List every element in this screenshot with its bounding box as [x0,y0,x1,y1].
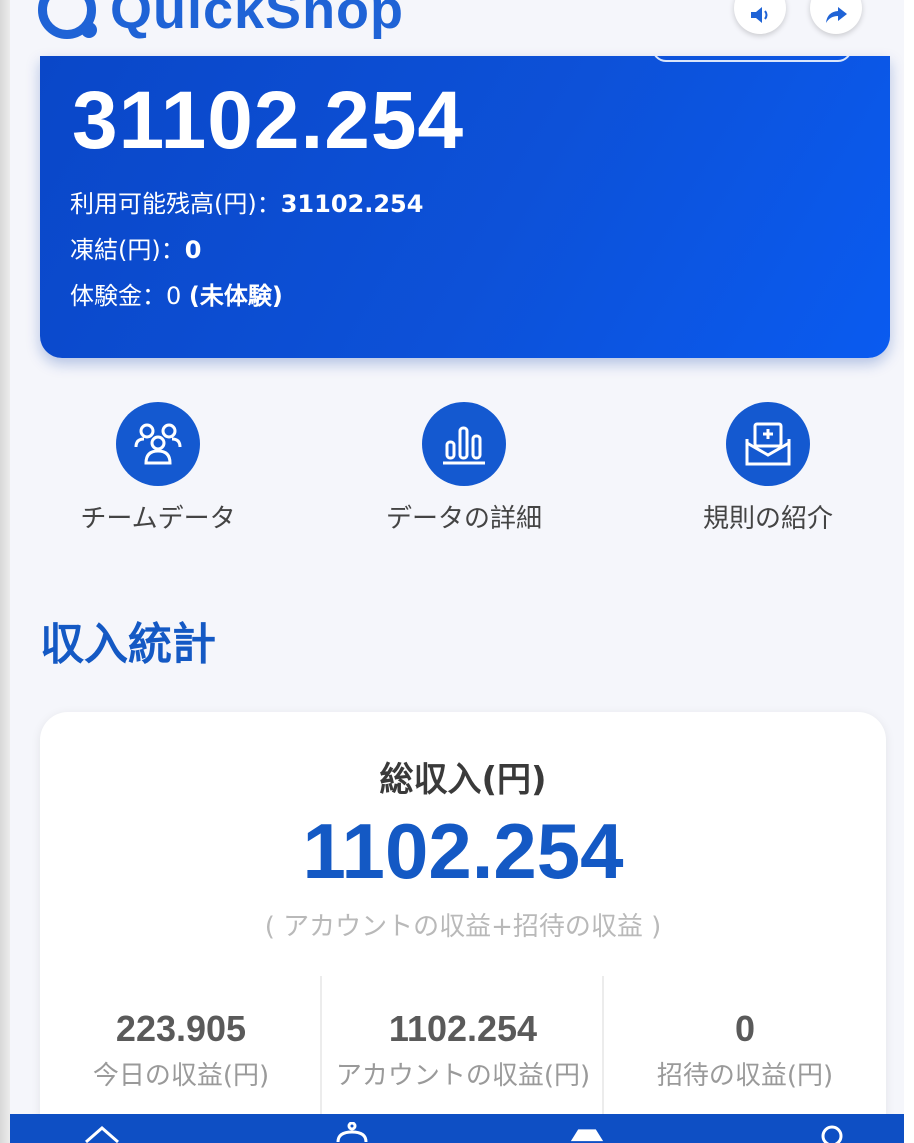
total-income-label: 総収入(円) [379,760,547,800]
trial-status: (未体験) [188,282,283,310]
total-income-note: ( アカウントの収益+招待の収益 ) [264,912,662,942]
left-edge-strip [0,0,10,1143]
today-income-caption: 今日の収益(円) [92,1061,270,1091]
rules-intro-button[interactable]: 規則の紹介 [638,402,898,535]
nav-search[interactable] [810,1122,854,1143]
team-icon [134,423,182,465]
frozen-balance-line: 凍結(円)：0 [70,230,201,265]
rules-intro-icon-circle [726,402,810,486]
today-income-value: 223.905 [115,1008,247,1049]
available-balance-line: 利用可能残高(円)：31102.254 [70,184,423,219]
share-button[interactable] [810,0,862,34]
income-card: 総収入(円) 1102.254 ( アカウントの収益+招待の収益 ) 223.9… [40,712,886,1143]
total-income-value: 1102.254 [302,807,624,895]
invite-income-stat: 0 招待の収益(円) [604,1008,886,1094]
frozen-value: 0 [184,236,202,264]
search-nav-icon [821,1125,843,1143]
available-balance-value: 31102.254 [280,190,424,218]
share-icon [826,7,847,23]
sound-button[interactable] [734,0,786,34]
nav-home[interactable] [80,1122,124,1143]
logo-mark-icon [38,0,97,39]
account-income-stat: 1102.254 アカウントの収益(円) [322,1008,604,1094]
team-data-icon-circle [116,402,200,486]
team-data-label: チームデータ [80,504,236,534]
data-details-button[interactable]: データの詳細 [334,402,594,535]
nav-team[interactable] [330,1122,374,1143]
invite-income-value: 0 [734,1008,756,1049]
trial-label: 体験金：0 [70,282,189,310]
nav-center[interactable] [565,1122,609,1143]
balance-amount: 31102.254 [72,75,465,166]
income-stats-title: 収入統計 [40,619,216,670]
bottom-nav-bar [10,1114,904,1143]
account-income-caption: アカウントの収益(円) [335,1061,591,1091]
app-screen: QuickShop 31102.254 利用可能残高(円)：31102.254 … [10,0,904,1143]
home-icon [85,1126,119,1143]
rules-intro-label: 規則の紹介 [702,504,833,534]
team-data-button[interactable]: チームデータ [28,402,288,535]
rules-envelope-icon [745,422,791,466]
frozen-label: 凍結(円)： [70,236,185,264]
balance-card: 31102.254 利用可能残高(円)：31102.254 凍結(円)：0 体験… [40,56,890,358]
speaker-icon [751,7,768,23]
bar-chart-icon [443,426,485,465]
invite-income-caption: 招待の収益(円) [656,1061,834,1091]
logo-text: QuickShop [110,0,405,40]
center-nav-icon [570,1129,604,1142]
available-balance-label: 利用可能残高(円)： [70,190,281,218]
team-nav-icon [336,1122,368,1143]
data-details-icon-circle [422,402,506,486]
card-top-pill[interactable] [652,56,852,62]
quickshop-logo[interactable]: QuickShop [38,0,404,42]
today-income-stat: 223.905 今日の収益(円) [40,1008,322,1094]
account-income-value: 1102.254 [388,1008,538,1049]
top-header: QuickShop [10,0,904,58]
data-details-label: データの詳細 [385,504,542,534]
trial-money-line: 体験金：0 (未体験) [70,276,283,311]
